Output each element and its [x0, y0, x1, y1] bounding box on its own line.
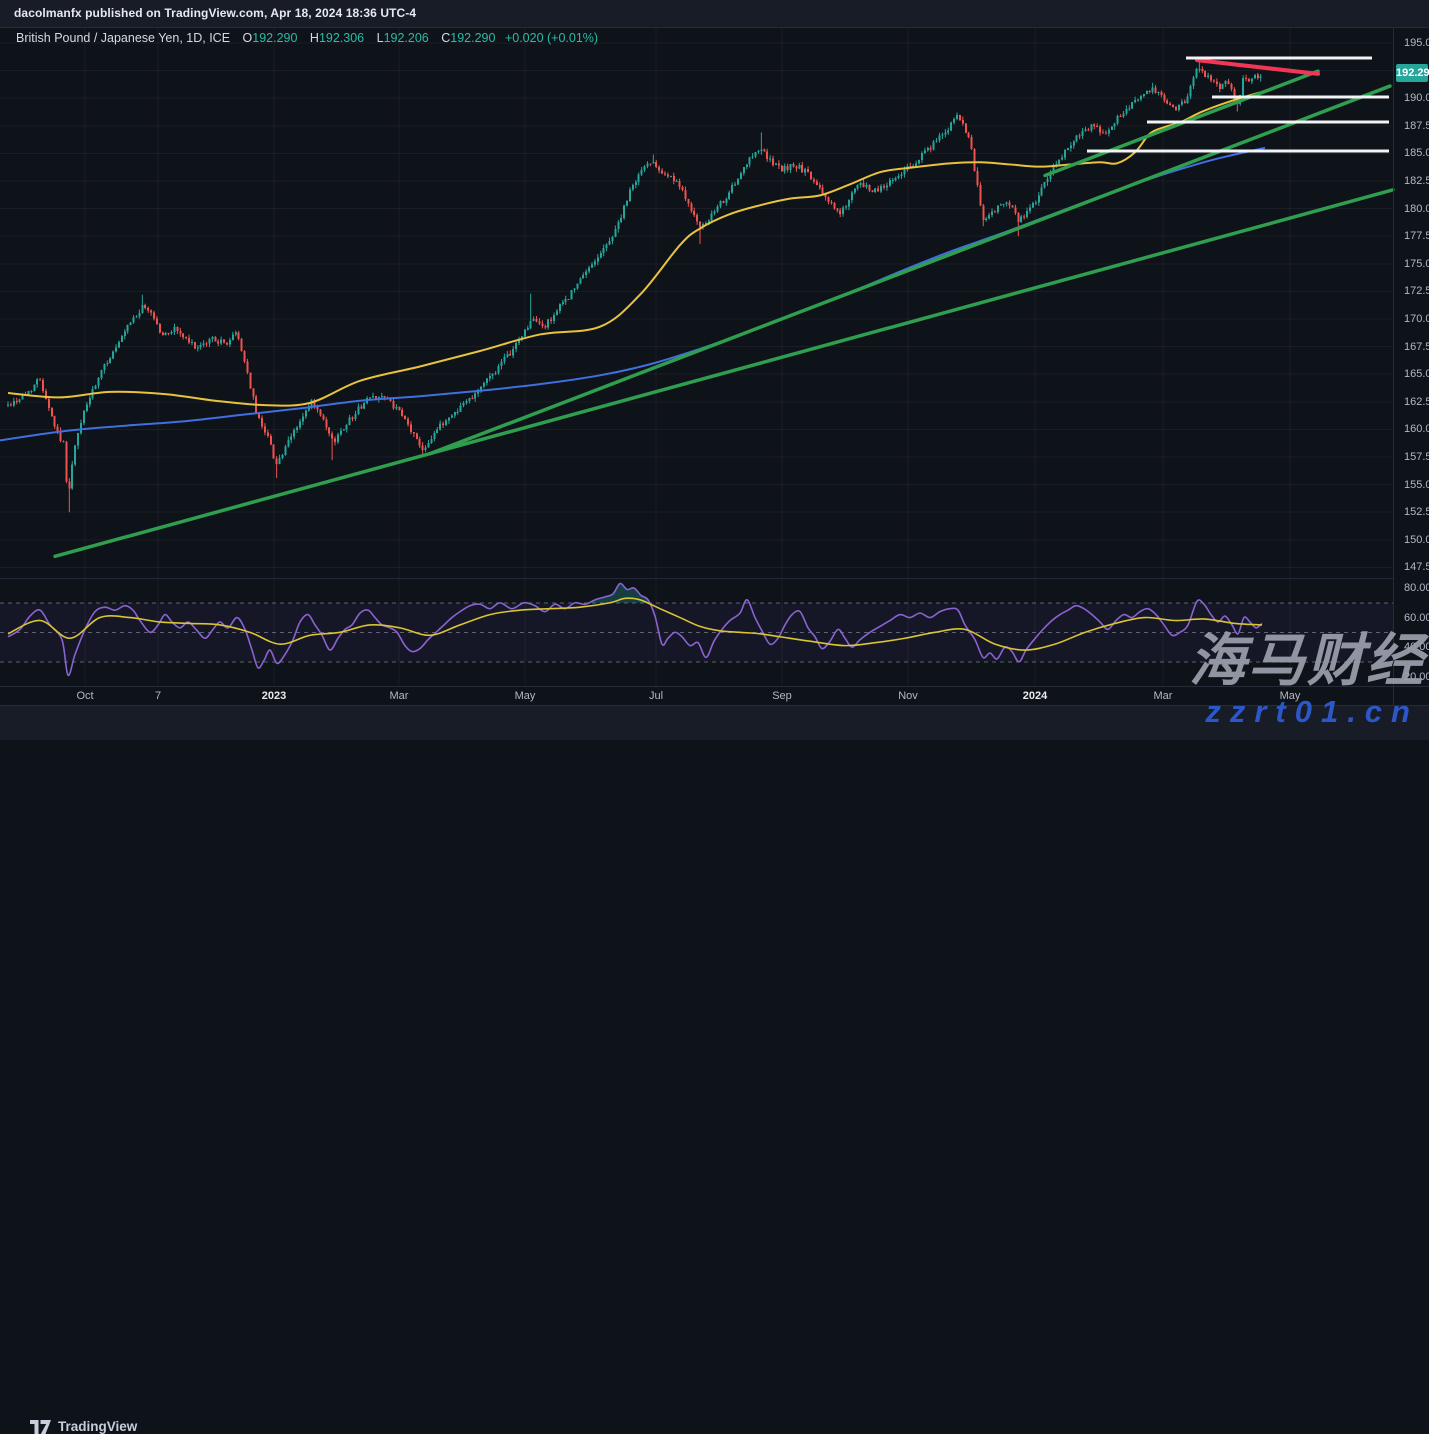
time-tick-label: Jul	[649, 690, 663, 702]
price-tick-label: 177.500	[1404, 230, 1429, 242]
high-label: H	[310, 31, 319, 45]
price-tick-label: 155.000	[1404, 479, 1429, 491]
rsi-tick-label: 20.00	[1404, 671, 1429, 683]
open-value: 192.290	[252, 31, 297, 45]
time-tick-label: 7	[155, 690, 161, 702]
symbol-legend[interactable]: British Pound / Japanese Yen, 1D, ICE O1…	[16, 31, 598, 45]
change-value: +0.020 (+0.01%)	[505, 31, 598, 45]
publisher-bar: dacolmanfx published on TradingView.com,…	[0, 0, 1429, 28]
high-value: 192.306	[319, 31, 364, 45]
time-tick-label: Oct	[76, 690, 93, 702]
tradingview-logo-text: TradingView	[58, 1419, 137, 1434]
symbol-title: British Pound / Japanese Yen, 1D, ICE	[16, 31, 230, 45]
price-tick-label: 187.500	[1404, 120, 1429, 132]
price-tick-label: 190.000	[1404, 92, 1429, 104]
price-tick-label: 175.000	[1404, 258, 1429, 270]
price-tick-label: 167.500	[1404, 341, 1429, 353]
price-tick-label: 185.000	[1404, 147, 1429, 159]
rsi-tick-label: 80.00	[1404, 582, 1429, 594]
time-tick-label: Sep	[772, 690, 792, 702]
price-tick-label: 172.500	[1404, 285, 1429, 297]
price-tick-label: 195.000	[1404, 37, 1429, 49]
pane-separator[interactable]	[0, 578, 1394, 579]
open-label: O	[243, 31, 253, 45]
price-tick-label: 152.500	[1404, 506, 1429, 518]
publisher-text: dacolmanfx published on TradingView.com,…	[14, 6, 416, 20]
rsi-tick-label: 40.00	[1404, 641, 1429, 653]
price-tick-label: 147.500	[1404, 561, 1429, 573]
price-tick-label: 182.500	[1404, 175, 1429, 187]
time-axis-separator	[0, 686, 1429, 687]
price-tick-label: 157.500	[1404, 451, 1429, 463]
low-label: L	[377, 31, 384, 45]
time-tick-label: May	[515, 690, 536, 702]
price-tick-label: 162.500	[1404, 396, 1429, 408]
tradingview-logo[interactable]: TradingView	[30, 1419, 137, 1434]
time-tick-label: Nov	[898, 690, 918, 702]
tradingview-icon	[30, 1420, 51, 1434]
price-axis-separator	[1393, 27, 1394, 705]
price-tick-label: 170.000	[1404, 313, 1429, 325]
price-chart-canvas[interactable]	[0, 0, 1429, 739]
chart-page: dacolmanfx published on TradingView.com,…	[0, 0, 1429, 739]
price-tick-label: 160.000	[1404, 423, 1429, 435]
time-tick-label: 2023	[262, 690, 286, 702]
rsi-tick-label: 60.00	[1404, 612, 1429, 624]
time-tick-label: 2024	[1023, 690, 1047, 702]
footer-bar: TradingView	[0, 705, 1429, 740]
price-tick-label: 165.000	[1404, 368, 1429, 380]
close-value: 192.290	[450, 31, 495, 45]
close-label: C	[441, 31, 450, 45]
price-tick-label: 180.000	[1404, 203, 1429, 215]
low-value: 192.206	[384, 31, 429, 45]
time-tick-label: Mar	[390, 690, 409, 702]
price-tick-label: 150.000	[1404, 534, 1429, 546]
time-tick-label: Mar	[1154, 690, 1173, 702]
time-tick-label: May	[1280, 690, 1301, 702]
last-price-badge: 192.290	[1396, 64, 1428, 82]
